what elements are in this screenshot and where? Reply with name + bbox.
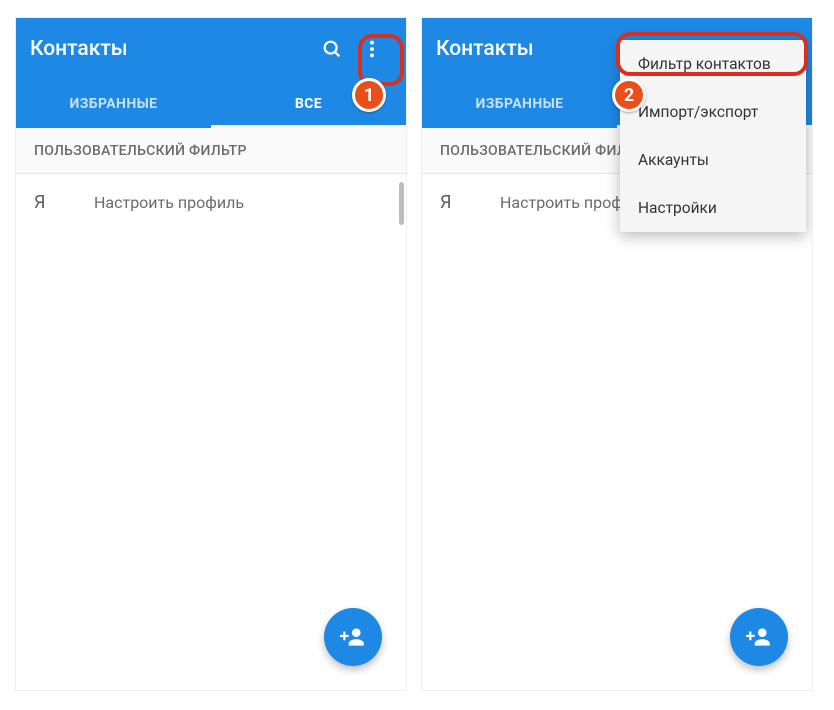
badge-2: 2 (612, 78, 646, 112)
tabs: ИЗБРАННЫЕ ВСЕ (16, 80, 406, 128)
menu-import-export[interactable]: Импорт/экспорт (620, 88, 806, 136)
app-title: Контакты (30, 37, 312, 61)
row-letter: Я (440, 192, 500, 213)
menu-contact-filter[interactable]: Фильтр контактов (620, 40, 806, 88)
tab-favorites[interactable]: ИЗБРАННЫЕ (16, 80, 211, 128)
filter-bar[interactable]: ПОЛЬЗОВАТЕЛЬСКИЙ ФИЛЬТР (16, 128, 406, 174)
menu-settings[interactable]: Настройки (620, 184, 806, 232)
scrollbar[interactable] (399, 182, 404, 225)
panels-container: Контакты ИЗБРАННЫЕ ВСЕ ПОЛЬЗОВАТЕЛЬСКИЙ … (0, 0, 834, 710)
phone-panel-2: Контакты ИЗБРАННЫЕ ВСЕ ПОЛЬЗОВАТЕЛЬСКИЙ … (422, 18, 812, 690)
search-icon[interactable] (312, 29, 352, 69)
overflow-menu-icon[interactable] (352, 29, 392, 69)
row-text: Настроить профиль (94, 193, 244, 212)
menu-accounts[interactable]: Аккаунты (620, 136, 806, 184)
badge-1: 1 (352, 78, 386, 112)
profile-row[interactable]: Я Настроить профиль (16, 174, 406, 230)
tab-favorites[interactable]: ИЗБРАННЫЕ (422, 80, 617, 128)
phone-panel-1: Контакты ИЗБРАННЫЕ ВСЕ ПОЛЬЗОВАТЕЛЬСКИЙ … (16, 18, 406, 690)
row-letter: Я (34, 192, 94, 213)
overflow-dropdown: Фильтр контактов Импорт/экспорт Аккаунты… (620, 40, 806, 232)
add-contact-fab[interactable] (730, 608, 788, 666)
appbar: Контакты (16, 18, 406, 80)
add-contact-fab[interactable] (324, 608, 382, 666)
